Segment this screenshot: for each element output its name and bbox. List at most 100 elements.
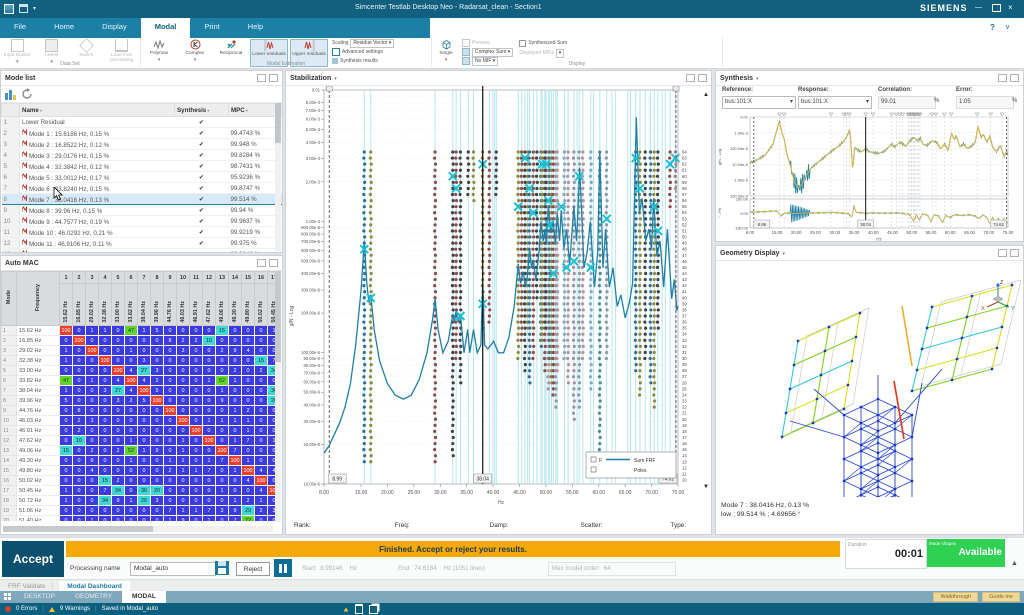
- mac-cell[interactable]: 0: [151, 516, 164, 522]
- mac-cell[interactable]: 0: [203, 496, 216, 506]
- mac-cell[interactable]: 0: [60, 406, 73, 416]
- mac-cell[interactable]: 0: [151, 336, 164, 346]
- panel-dropdown-icon[interactable]: [334, 75, 337, 82]
- mac-cell[interactable]: 36: [138, 486, 151, 496]
- mac-cell[interactable]: 0: [112, 326, 125, 336]
- mac-cell[interactable]: 3: [112, 396, 125, 406]
- mac-cell[interactable]: 0: [138, 466, 151, 476]
- mac-cell[interactable]: 0: [125, 476, 138, 486]
- mac-cell[interactable]: 0: [255, 346, 268, 356]
- mac-cell[interactable]: 1: [60, 496, 73, 506]
- mac-cell[interactable]: 1: [86, 516, 99, 522]
- mac-cell[interactable]: 0: [151, 426, 164, 436]
- mac-cell[interactable]: 4: [112, 376, 125, 386]
- mac-cell[interactable]: 0: [125, 416, 138, 426]
- mac-cell[interactable]: 0: [255, 376, 268, 386]
- mac-cell[interactable]: 1: [190, 506, 203, 516]
- mac-cell[interactable]: 0: [99, 506, 112, 516]
- scroll-down-icon[interactable]: ▼: [703, 484, 709, 490]
- mac-cell[interactable]: 0: [255, 436, 268, 446]
- mac-cell[interactable]: 5: [151, 386, 164, 396]
- mac-cell[interactable]: 1: [203, 516, 216, 522]
- mac-cell[interactable]: 0: [164, 446, 177, 456]
- mac-cell[interactable]: 0: [177, 366, 190, 376]
- mac-cell[interactable]: 0: [203, 366, 216, 376]
- mac-cell[interactable]: 0: [242, 396, 255, 406]
- mac-cell[interactable]: 100: [229, 456, 242, 466]
- mac-cell[interactable]: 0: [60, 476, 73, 486]
- mac-cell[interactable]: 52: [216, 376, 229, 386]
- mac-cell[interactable]: 0: [242, 326, 255, 336]
- collapse-bar-icon[interactable]: ▲: [1011, 560, 1018, 567]
- load-from-processing-button[interactable]: Load from processing: [105, 39, 139, 63]
- mac-cell[interactable]: 0: [138, 426, 151, 436]
- scroll-up-icon[interactable]: ▲: [703, 92, 709, 98]
- mac-cell[interactable]: 47: [125, 326, 138, 336]
- mac-cell[interactable]: 1: [216, 386, 229, 396]
- mac-cell[interactable]: 0: [151, 436, 164, 446]
- mac-cell[interactable]: 0: [86, 386, 99, 396]
- mac-cell[interactable]: 2: [73, 426, 86, 436]
- mac-cell[interactable]: 0: [86, 366, 99, 376]
- mac-cell[interactable]: 8: [73, 406, 86, 416]
- mac-cell[interactable]: 0: [73, 326, 86, 336]
- mac-cell[interactable]: 4: [138, 376, 151, 386]
- mac-cell[interactable]: 0: [216, 466, 229, 476]
- mac-cell[interactable]: 0: [60, 366, 73, 376]
- mac-cell[interactable]: 0: [216, 476, 229, 486]
- mac-cell[interactable]: 1: [138, 446, 151, 456]
- mac-cell[interactable]: 0: [99, 456, 112, 466]
- mac-cell[interactable]: 0: [203, 426, 216, 436]
- synthesis-checkbox[interactable]: ✔: [175, 205, 229, 216]
- displayed-mifs-select[interactable]: ▾: [556, 49, 565, 58]
- mac-cell[interactable]: 0: [216, 366, 229, 376]
- mac-cell[interactable]: 1: [242, 456, 255, 466]
- mac-cell[interactable]: 100: [164, 406, 177, 416]
- mac-cell[interactable]: 0: [190, 516, 203, 522]
- mac-cell[interactable]: 0: [125, 516, 138, 522]
- mac-cell[interactable]: 1: [60, 356, 73, 366]
- mode-list-row[interactable]: 6Mode 5 : 33.0012 Hz, 0.17 %✔95.9236 %: [2, 172, 283, 183]
- mac-cell[interactable]: 27: [138, 366, 151, 376]
- mac-cell[interactable]: 0: [203, 406, 216, 416]
- float-panel-icon[interactable]: [257, 74, 266, 82]
- maximize-button[interactable]: [992, 4, 1001, 12]
- mac-cell[interactable]: 7: [203, 466, 216, 476]
- tab-help[interactable]: Help: [234, 18, 277, 38]
- mac-cell[interactable]: 0: [216, 496, 229, 506]
- tab-display[interactable]: Display: [88, 18, 141, 38]
- mac-cell[interactable]: 0: [112, 416, 125, 426]
- synthesis-checkbox[interactable]: ✔: [175, 249, 229, 253]
- maximize-panel-icon[interactable]: [1010, 74, 1019, 82]
- mac-cell[interactable]: 0: [138, 516, 151, 522]
- mac-cell[interactable]: 9: [229, 506, 242, 516]
- mac-cell[interactable]: 0: [99, 436, 112, 446]
- mac-cell[interactable]: 0: [164, 366, 177, 376]
- complex-sum-select[interactable]: Complex Sum ▾: [472, 48, 513, 57]
- mac-cell[interactable]: 0: [164, 416, 177, 426]
- mac-cell[interactable]: 0: [60, 426, 73, 436]
- mac-cell[interactable]: 1: [125, 436, 138, 446]
- mac-cell[interactable]: 0: [125, 466, 138, 476]
- mac-cell[interactable]: 0: [229, 486, 242, 496]
- geometry-viewport[interactable]: ZXY: [716, 261, 1023, 497]
- mac-cell[interactable]: 2: [112, 476, 125, 486]
- mac-cell[interactable]: 0: [203, 386, 216, 396]
- mac-cell[interactable]: 1: [60, 346, 73, 356]
- mac-cell[interactable]: 0: [112, 426, 125, 436]
- mac-cell[interactable]: 2: [112, 446, 125, 456]
- mac-cell[interactable]: 0: [151, 456, 164, 466]
- mac-cell[interactable]: 1: [138, 326, 151, 336]
- maximize-panel-icon[interactable]: [1010, 249, 1019, 257]
- mac-cell[interactable]: 0: [73, 356, 86, 366]
- float-panel-icon[interactable]: [998, 74, 1007, 82]
- single-button[interactable]: Single: [433, 39, 459, 63]
- mac-cell[interactable]: 0: [86, 476, 99, 486]
- mac-cell[interactable]: 0: [164, 436, 177, 446]
- mac-cell[interactable]: 0: [164, 386, 177, 396]
- mac-cell[interactable]: 0: [190, 376, 203, 386]
- refresh-icon[interactable]: [21, 88, 33, 100]
- minimize-button[interactable]: —: [975, 4, 982, 11]
- mac-cell[interactable]: 7: [203, 506, 216, 516]
- mac-cell[interactable]: 0: [255, 396, 268, 406]
